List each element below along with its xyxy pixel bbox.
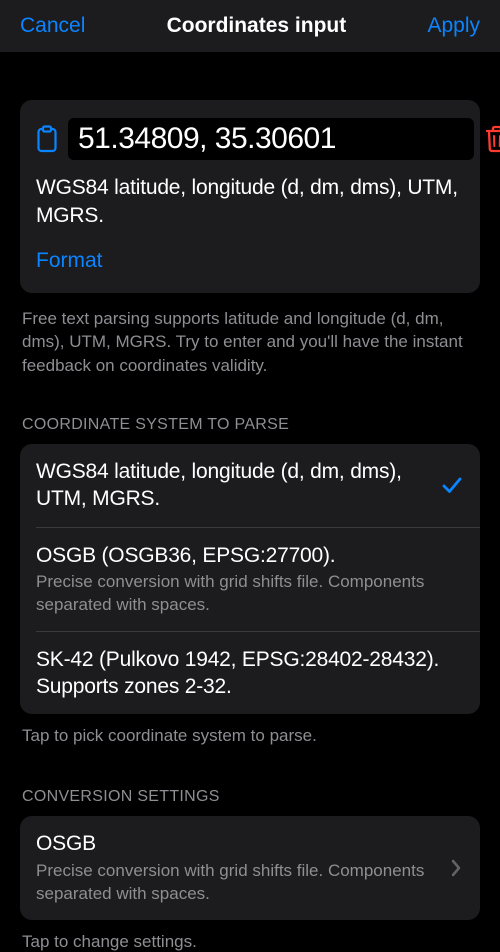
- conversion-header: CONVERSION SETTINGS: [20, 788, 480, 806]
- coord-system-item-wgs84[interactable]: WGS84 latitude, longitude (d, dm, dms), …: [20, 444, 480, 527]
- conversion-subtitle: Precise conversion with grid shifts file…: [36, 860, 436, 906]
- list-item-title: SK-42 (Pulkovo 1942, EPSG:28402-28432). …: [36, 646, 448, 701]
- conversion-settings-list: OSGB Precise conversion with grid shifts…: [20, 816, 480, 919]
- list-item-title: WGS84 latitude, longitude (d, dm, dms), …: [36, 458, 428, 513]
- coord-system-list: WGS84 latitude, longitude (d, dm, dms), …: [20, 444, 480, 714]
- conversion-settings-item[interactable]: OSGB Precise conversion with grid shifts…: [20, 816, 480, 919]
- cancel-button[interactable]: Cancel: [20, 14, 85, 38]
- coord-system-item-osgb[interactable]: OSGB (OSGB36, EPSG:27700). Precise conve…: [36, 527, 480, 631]
- chevron-right-icon: [448, 859, 464, 877]
- trash-icon[interactable]: [484, 123, 500, 155]
- coord-system-footer: Tap to pick coordinate system to parse.: [20, 726, 480, 746]
- coordinates-input[interactable]: [68, 118, 474, 160]
- coordinate-input-card: WGS84 latitude, longitude (d, dm, dms), …: [20, 100, 480, 293]
- list-item-title: OSGB (OSGB36, EPSG:27700).: [36, 542, 448, 569]
- conversion-footer: Tap to change settings.: [20, 932, 480, 952]
- input-help-text: Free text parsing supports latitude and …: [20, 307, 480, 378]
- clipboard-icon[interactable]: [36, 123, 58, 155]
- coord-system-item-sk42[interactable]: SK-42 (Pulkovo 1942, EPSG:28402-28432). …: [36, 631, 480, 715]
- apply-button[interactable]: Apply: [427, 14, 480, 38]
- coord-system-header: COORDINATE SYSTEM TO PARSE: [20, 416, 480, 434]
- navbar: Cancel Coordinates input Apply: [0, 0, 500, 52]
- page-title: Coordinates input: [167, 14, 347, 38]
- conversion-title: OSGB: [36, 830, 436, 857]
- input-format-description: WGS84 latitude, longitude (d, dm, dms), …: [36, 174, 464, 231]
- checkmark-icon: [440, 474, 464, 496]
- list-item-subtitle: Precise conversion with grid shifts file…: [36, 571, 448, 617]
- format-link[interactable]: Format: [36, 249, 103, 273]
